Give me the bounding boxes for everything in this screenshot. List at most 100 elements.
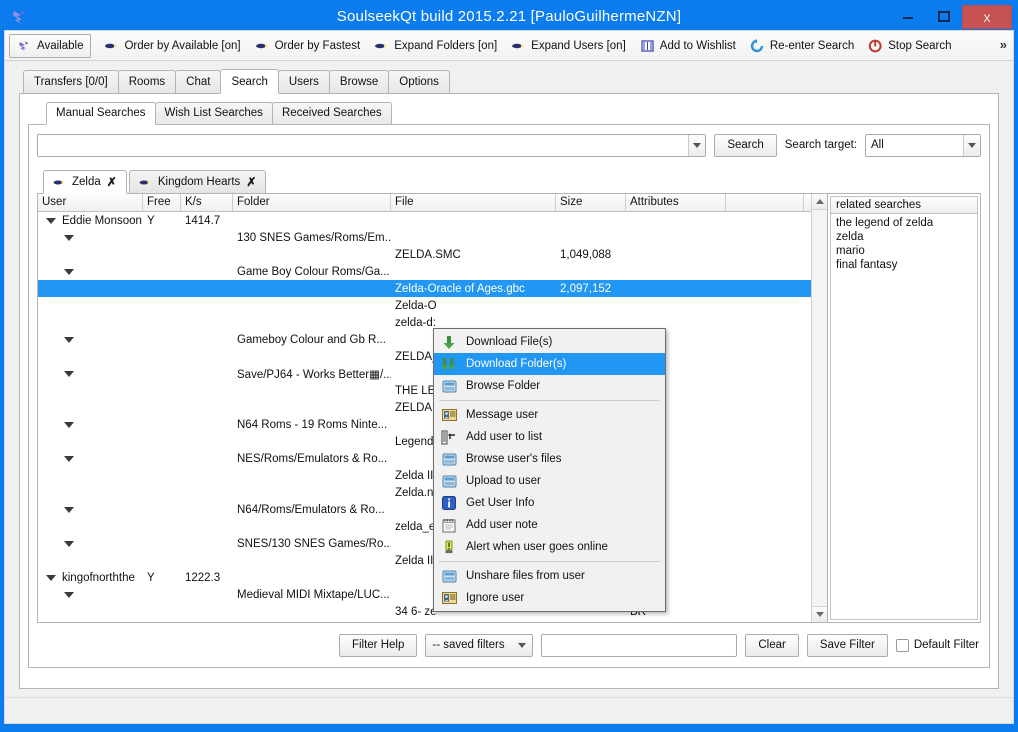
subtab-manual-searches[interactable]: Manual Searches	[46, 102, 156, 125]
expand-collapse-triangle-icon[interactable]	[46, 217, 56, 224]
expand-folders-button[interactable]: Expand Folders [on]	[367, 34, 504, 58]
menu-item-unshare-files-from-user[interactable]: Unshare files from user	[434, 565, 665, 587]
tab-chat[interactable]: Chat	[175, 70, 222, 93]
column-header-blank[interactable]	[726, 194, 804, 211]
expand-collapse-triangle-icon[interactable]	[64, 370, 74, 377]
menu-item-alert-when-user-goes-online[interactable]: Alert when user goes online	[434, 536, 665, 558]
related-searches-list[interactable]: the legend of zelda zelda mario final fanta…	[830, 214, 978, 620]
expand-collapse-triangle-icon[interactable]	[46, 574, 56, 581]
info-icon	[440, 495, 458, 512]
menu-item-message-user[interactable]: Message user	[434, 404, 665, 426]
tab-transfers[interactable]: Transfers [0/0]	[23, 70, 119, 93]
saved-filters-select[interactable]: -- saved filters	[425, 633, 534, 657]
close-icon[interactable]: ✗	[246, 175, 256, 189]
subtab-received-searches[interactable]: Received Searches	[271, 102, 392, 124]
result-tab-zelda[interactable]: Zelda ✗	[43, 170, 127, 194]
stop-search-button[interactable]: Stop Search	[861, 34, 958, 58]
expand-icon	[511, 39, 526, 53]
clear-filter-button[interactable]: Clear	[745, 633, 799, 657]
search-input[interactable]	[38, 134, 689, 156]
order-by-available-button[interactable]: Order by Available [on]	[97, 34, 247, 58]
close-button[interactable]: x	[962, 5, 1012, 29]
search-tab-icon	[139, 178, 152, 187]
subtab-wish-list-searches[interactable]: Wish List Searches	[154, 102, 273, 124]
expand-collapse-triangle-icon[interactable]	[64, 506, 74, 513]
filter-help-button[interactable]: Filter Help	[338, 633, 418, 657]
window-controls: x	[890, 5, 1012, 29]
related-search-item[interactable]: mario	[836, 244, 977, 258]
minimize-button[interactable]	[890, 5, 926, 29]
add-to-wishlist-button[interactable]: Add to Wishlist	[633, 34, 743, 58]
menu-item-add-user-to-list[interactable]: Add user to list	[434, 426, 665, 448]
menu-item-add-user-note[interactable]: Add user note	[434, 514, 665, 536]
tab-browse[interactable]: Browse	[328, 70, 390, 93]
column-header-attributes[interactable]: Attributes	[626, 194, 726, 211]
column-header-folder[interactable]: Folder	[233, 194, 391, 211]
tab-rooms[interactable]: Rooms	[117, 70, 177, 93]
save-filter-button[interactable]: Save Filter	[806, 633, 888, 657]
default-filter-checkbox[interactable]	[895, 638, 909, 652]
filter-bar: Filter Help -- saved filters Clear Save …	[37, 633, 981, 657]
table-row[interactable]: Game Boy Colour Roms/Ga...	[38, 263, 827, 280]
column-header-free[interactable]: Free	[143, 194, 181, 211]
expand-collapse-triangle-icon[interactable]	[64, 591, 74, 598]
menu-item-download-folder-s[interactable]: Download Folder(s)	[434, 353, 665, 375]
tab-options[interactable]: Options	[388, 70, 450, 93]
related-search-item[interactable]: the legend of zelda	[836, 216, 977, 230]
tab-users[interactable]: Users	[277, 70, 330, 93]
expand-collapse-triangle-icon[interactable]	[64, 336, 74, 343]
default-filter-checkbox-wrap[interactable]: Default Filter	[895, 638, 979, 652]
order-by-fastest-button[interactable]: Order by Fastest	[248, 34, 368, 58]
menu-item-download-file-s[interactable]: Download File(s)	[434, 331, 665, 353]
table-row[interactable]: assblastaY711.4	[38, 620, 827, 622]
expand-collapse-triangle-icon[interactable]	[64, 540, 74, 547]
result-tab-kingdom-hearts[interactable]: Kingdom Hearts ✗	[128, 170, 267, 193]
related-searches-panel: related searches the legend of zelda zeld…	[828, 194, 980, 622]
column-header-size[interactable]: Size	[556, 194, 626, 211]
chevron-down-icon[interactable]	[963, 134, 980, 156]
menu-item-label: Add user to list	[466, 431, 543, 443]
stop-icon	[868, 39, 883, 53]
column-header-k-s[interactable]: K/s	[181, 194, 233, 211]
download-file-icon	[440, 334, 458, 351]
menu-item-get-user-info[interactable]: Get User Info	[434, 492, 665, 514]
menu-item-upload-to-user[interactable]: Upload to user	[434, 470, 665, 492]
search-button[interactable]: Search	[714, 133, 777, 157]
related-search-item[interactable]: final fantasy	[836, 258, 977, 272]
table-row[interactable]: ZELDA.SMC 1,049,088	[38, 246, 827, 263]
cell-folder: NES/Roms/Emulators & Ro...	[237, 452, 388, 465]
search-query-combo[interactable]	[37, 133, 707, 157]
expand-collapse-triangle-icon[interactable]	[64, 268, 74, 275]
expand-users-button[interactable]: Expand Users [on]	[504, 34, 633, 58]
table-row[interactable]: 130 SNES Games/Roms/Em...	[38, 229, 827, 246]
menu-item-ignore-user[interactable]: Ignore user	[434, 587, 665, 609]
menu-item-browse-user-s-files[interactable]: Browse user's files	[434, 448, 665, 470]
table-row[interactable]: Zelda-O	[38, 297, 827, 314]
table-row[interactable]: Eddie Monsoon Y 1414.7	[38, 212, 827, 229]
message-user-icon	[440, 407, 458, 424]
scroll-up-button[interactable]	[812, 194, 827, 210]
sort-icon	[255, 39, 270, 53]
column-header-file[interactable]: File	[391, 194, 556, 211]
toolbar-overflow-button[interactable]: »	[1000, 37, 1007, 52]
chevron-down-icon[interactable]	[688, 134, 706, 156]
user-context-menu[interactable]: Download File(s) Download Folder(s) Browse…	[433, 328, 666, 612]
related-search-item[interactable]: zelda	[836, 230, 977, 244]
results-vertical-scrollbar[interactable]	[811, 194, 827, 622]
search-target-select[interactable]: All	[865, 133, 981, 157]
table-row[interactable]: Zelda-Oracle of Ages.gbc 2,097,152	[38, 280, 827, 297]
re-enter-search-button[interactable]: Re-enter Search	[743, 34, 861, 58]
cell-user	[38, 540, 143, 547]
column-header-user[interactable]: User	[38, 194, 143, 211]
scroll-down-button[interactable]	[812, 606, 827, 622]
tab-search[interactable]: Search	[220, 69, 279, 94]
maximize-button[interactable]	[926, 5, 962, 29]
expand-collapse-triangle-icon[interactable]	[64, 421, 74, 428]
expand-collapse-triangle-icon[interactable]	[64, 234, 74, 241]
availability-status-button[interactable]: Available	[9, 33, 92, 58]
filter-input[interactable]	[541, 633, 738, 657]
cell-folder: Medieval MIDI Mixtape/LUC...	[237, 588, 390, 601]
menu-item-browse-folder[interactable]: Browse Folder	[434, 375, 665, 397]
close-icon[interactable]: ✗	[107, 175, 117, 189]
expand-collapse-triangle-icon[interactable]	[64, 455, 74, 462]
